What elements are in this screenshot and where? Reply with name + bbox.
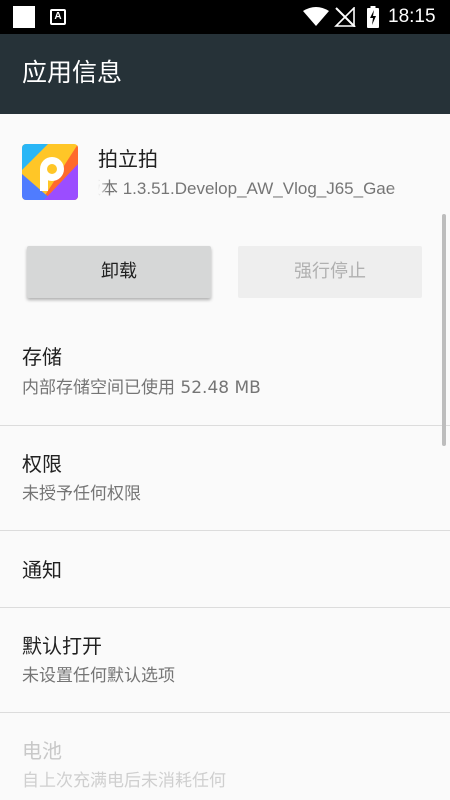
app-logo-icon <box>22 144 78 200</box>
app-name: 拍立拍 <box>98 147 158 171</box>
uninstall-button[interactable]: 卸载 <box>27 246 211 298</box>
status-bar: A 18:15 <box>0 0 450 34</box>
row-title: 默认打开 <box>22 634 102 658</box>
no-signal-icon <box>334 7 356 27</box>
settings-row-permissions[interactable]: 权限 未授予任何权限 <box>0 426 450 530</box>
settings-row-open-by-default[interactable]: 默认打开 未设置任何默认选项 <box>0 608 450 712</box>
page-title: 应用信息 <box>22 58 123 87</box>
a-badge-icon: A <box>50 9 66 25</box>
row-subtitle: 未授予任何权限 <box>22 484 141 504</box>
row-subtitle: 自上次充满电后未消耗任何 <box>22 771 226 791</box>
row-subtitle: 内部存储空间已使用 52.48 MB <box>22 378 261 398</box>
battery-charging-icon <box>367 6 379 28</box>
wifi-icon <box>303 7 329 26</box>
app-version: 版本 1.3.51.Develop_AW_Vlog_J65_Gae <box>98 176 420 202</box>
row-subtitle: 未设置任何默认选项 <box>22 666 175 686</box>
settings-row-battery: 电池 自上次充满电后未消耗任何 <box>0 713 450 800</box>
settings-row-notifications[interactable]: 通知 <box>0 531 450 607</box>
force-stop-button: 强行停止 <box>238 246 422 298</box>
row-title: 存储 <box>22 345 62 369</box>
notification-square-icon <box>13 6 35 28</box>
row-title: 通知 <box>22 558 62 582</box>
settings-row-storage[interactable]: 存储 内部存储空间已使用 52.48 MB <box>0 330 450 425</box>
row-title: 权限 <box>22 452 62 476</box>
row-title: 电池 <box>22 739 62 763</box>
scrollbar[interactable] <box>442 214 446 446</box>
clock: 18:15 <box>388 6 436 27</box>
app-bar: 应用信息 <box>0 34 450 114</box>
app-info-content: 拍立拍 版本 1.3.51.Develop_AW_Vlog_J65_Gae 卸载… <box>0 114 450 800</box>
